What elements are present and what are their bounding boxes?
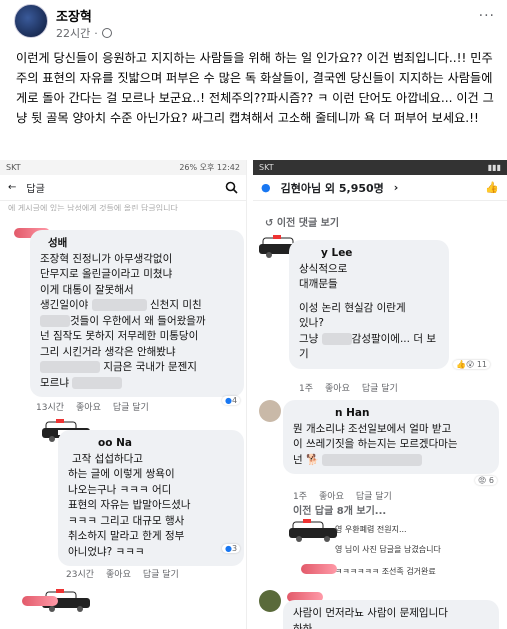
thumbs-up-icon[interactable]: 👍 (485, 181, 499, 194)
commenter-avatar[interactable] (259, 590, 281, 612)
reaction-count[interactable]: ●4 (222, 396, 241, 405)
comment-bubble: 사람이 먼저라뇨 사람이 문제입니다 하하 (283, 600, 499, 629)
reply-preview[interactable]: 영 님이 사진 답글을 남겼습니다 (335, 544, 441, 555)
author-avatar[interactable] (14, 4, 48, 38)
comment-actions: 23시간 좋아요 답글 달기 (60, 567, 179, 580)
commenter-name[interactable]: 성배 (48, 237, 67, 249)
redaction (91, 299, 147, 311)
comment-actions: 13시간 좋아요 답글 달기 (30, 400, 244, 413)
reaction-count[interactable]: 😡 6 (475, 476, 497, 485)
reply-preview[interactable]: 영 우환폐렴 전원지... (335, 524, 407, 535)
status-bar: SKT 26% 오후 12:42 (0, 160, 246, 175)
like-button[interactable]: 좋아요 (76, 400, 101, 413)
comment-bubble: oo Na 고작 섭섭하다고 하는 글에 이렇게 쌍욕이 나오는구나 ㅋㅋㅋ 어… (58, 430, 244, 566)
comment-1: 성배 조장혁 진정니가 아무생각없이 단무지로 올린글이라고 미쳤냐 이게 대통… (30, 230, 244, 413)
comment-bubble: 성배 조장혁 진정니가 아무생각없이 단무지로 올린글이라고 미쳤냐 이게 대통… (30, 230, 244, 397)
reply-button[interactable]: 답글 달기 (113, 400, 149, 413)
reaction-count[interactable]: ●3 (222, 544, 241, 553)
redacted-avatar (301, 564, 337, 574)
redaction (72, 376, 123, 389)
comment-actions: 1주 좋아요 답글 달기 (287, 489, 392, 502)
reply-button[interactable]: 답글 달기 (362, 381, 398, 394)
commenter-name[interactable]: y Lee (321, 247, 352, 259)
reaction-count[interactable]: 👍😮 11 (453, 360, 491, 369)
reactions-appbar: ● 김현아님 외 5,950명 › 👍 (253, 175, 507, 201)
comment-bubble: n Han 뭔 개소리냐 조선일보에서 얼마 받고 이 쓰레기짓을 하는지는 모… (283, 400, 499, 474)
cut-text: 에 게시글에 있는 남성에게 것들에 올린 답글입니다 (8, 204, 178, 211)
redaction (322, 453, 423, 466)
post-time[interactable]: 22시간 (56, 25, 90, 41)
reply-button[interactable]: 답글 달기 (143, 567, 179, 580)
appbar-title: 답글 (26, 184, 45, 195)
comment-3: 사람이 먼저라뇨 사람이 문제입니다 하하 (283, 600, 499, 629)
dog-icon: 🐕 (306, 453, 320, 466)
comment-2: n Han 뭔 개소리냐 조선일보에서 얼마 받고 이 쓰레기짓을 하는지는 모… (283, 400, 499, 474)
prev-comments-link[interactable]: ↺ 이전 댓글 보기 (265, 214, 339, 229)
commenter-name[interactable]: oo Na (98, 437, 132, 449)
status-bar: SKT ▮▮▮ (253, 160, 507, 175)
comment-bubble: y Lee 상식적으로 대깨문들 이성 논리 현실감 이란게 있나? 그냥 감성… (289, 240, 449, 369)
post-meta: 22시간 · (56, 25, 112, 41)
back-arrow-icon[interactable]: ← (8, 182, 16, 193)
commenter-avatar[interactable] (259, 400, 281, 422)
prev-replies-link[interactable]: 이전 답글 8개 보기... (293, 502, 386, 517)
like-button[interactable]: 좋아요 (319, 489, 344, 502)
post-header: 조장혁 22시간 · ··· (0, 0, 507, 42)
post-text: 이런게 당신들이 응원하고 지지하는 사람들을 위해 하는 일 인가요?? 이건… (16, 51, 494, 125)
redaction (40, 361, 100, 373)
comment-actions: 1주 좋아요 답글 달기 (293, 381, 398, 394)
redaction (321, 332, 352, 345)
like-button[interactable]: 좋아요 (106, 567, 131, 580)
reply-appbar: ← 답글 (0, 175, 246, 201)
police-car-sticker (289, 519, 337, 542)
redacted-avatar (22, 596, 58, 606)
comment-2: oo Na 고작 섭섭하다고 하는 글에 이렇게 쌍욕이 나오는구나 ㅋㅋㅋ 어… (58, 430, 244, 566)
reply-preview[interactable]: ㅋㅋㅋㅋㅋㅋ 조선족 검거완료 (335, 566, 436, 577)
reply-button[interactable]: 답글 달기 (356, 489, 392, 502)
author-name[interactable]: 조장혁 (56, 6, 92, 25)
like-button[interactable]: 좋아요 (325, 381, 350, 394)
reactions-title[interactable]: 김현아님 외 5,950명 (281, 180, 384, 196)
comment-1: y Lee 상식적으로 대깨문들 이성 논리 현실감 이란게 있나? 그냥 감성… (289, 240, 449, 369)
screenshot-left: SKT 26% 오후 12:42 ← 답글 에 게시글에 있는 남성에게 것들에… (0, 160, 247, 629)
search-icon[interactable] (225, 181, 238, 194)
redaction (40, 314, 70, 327)
like-icon: ● (261, 181, 271, 194)
screenshot-right: SKT ▮▮▮ ● 김현아님 외 5,950명 › 👍 ↺ 이전 댓글 보기 y… (253, 160, 507, 629)
commenter-name[interactable]: n Han (335, 407, 369, 419)
more-options-icon[interactable]: ··· (479, 8, 495, 24)
globe-icon (101, 28, 112, 38)
